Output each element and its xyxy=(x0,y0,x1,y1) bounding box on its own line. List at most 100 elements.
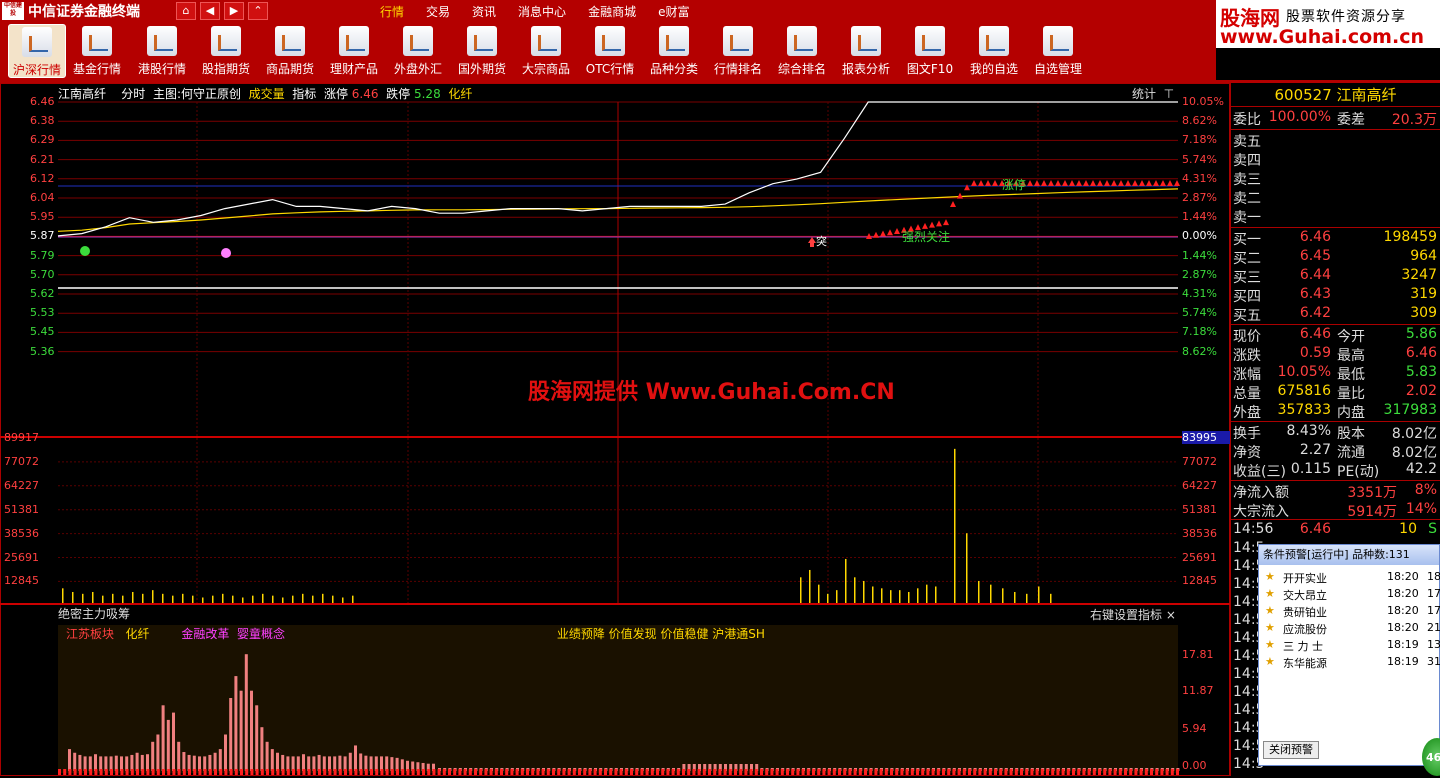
indicator-base-bar xyxy=(302,769,306,775)
buy-signal-marker xyxy=(887,229,893,236)
main-indicator-label[interactable]: 主图:何守正原创 xyxy=(153,87,241,101)
indicator-base-bar xyxy=(260,769,264,775)
toolbar-item-label: 港股行情 xyxy=(137,62,186,76)
close-alert-button[interactable]: 关闭预警 xyxy=(1263,741,1319,759)
alert-list-item[interactable]: ★ 交大昂立 18:20 17 xyxy=(1265,587,1440,604)
home-button[interactable]: ⌂ xyxy=(176,2,196,20)
toolbar-chart-icon xyxy=(723,26,753,56)
down-limit-value: 5.28 xyxy=(413,87,441,101)
menu-quotes[interactable]: 行情 xyxy=(380,3,404,20)
panel-separator xyxy=(1231,480,1440,481)
indicator-base-bar xyxy=(962,769,966,775)
indicator-bar xyxy=(322,756,326,771)
panel-separator xyxy=(1231,227,1440,228)
indicator-base-bar xyxy=(770,769,774,775)
toolbar-item[interactable]: 综合排名 xyxy=(773,24,831,78)
volume-bar xyxy=(890,590,892,603)
toolbar-item[interactable]: 港股行情 xyxy=(133,24,191,78)
alert-count: 17 xyxy=(1427,587,1440,600)
toolbar-item[interactable]: 基金行情 xyxy=(68,24,126,78)
chart-mode[interactable]: 分时 xyxy=(121,87,145,101)
indicator-base-bar xyxy=(99,769,103,775)
price-axis-label: 5.36 xyxy=(30,344,55,358)
toolbar-item[interactable]: 报表分析 xyxy=(837,24,895,78)
toolbar-item[interactable]: 股指期货 xyxy=(197,24,255,78)
indicator-base-bar xyxy=(609,769,613,775)
tick-volume: 10 xyxy=(1399,521,1417,537)
volume-bar xyxy=(1002,588,1004,603)
indicator-bar xyxy=(120,756,123,771)
toolbar-item[interactable]: 外盘外汇 xyxy=(389,24,447,78)
breakout-arrow-icon xyxy=(808,237,816,247)
stats-button-label: 统计 xyxy=(1132,87,1157,101)
concept-tag-1[interactable]: 金融改革 xyxy=(181,627,229,641)
toolbar-item[interactable]: 我的自选 xyxy=(965,24,1023,78)
indicator-title[interactable]: 绝密主力吸筹 xyxy=(58,607,130,621)
toolbar-item[interactable]: 理财产品 xyxy=(325,24,383,78)
toolbar-item[interactable]: 国外期货 xyxy=(453,24,511,78)
sector-tag-2[interactable]: 化纤 xyxy=(125,627,149,641)
toolbar-item[interactable]: 行情排名 xyxy=(709,24,767,78)
price-axis-label: 6.38 xyxy=(30,114,55,128)
close-icon[interactable]: × xyxy=(1166,608,1176,622)
indicator-base-bar xyxy=(593,769,597,775)
toolbar-item[interactable]: 自选管理 xyxy=(1029,24,1087,78)
menu-trade[interactable]: 交易 xyxy=(426,3,450,20)
toolbar-item[interactable]: 图文F10 xyxy=(901,24,959,78)
indicator-base-bar xyxy=(661,769,665,775)
flow-label: 净流入额 xyxy=(1233,485,1289,501)
menu-mall[interactable]: 金融商城 xyxy=(588,3,636,20)
indicator-base-bar xyxy=(812,769,815,775)
volume-bar xyxy=(242,597,244,603)
toolbar-item[interactable]: OTC行情 xyxy=(581,24,639,78)
alert-list-item[interactable]: ★ 开开实业 18:20 18 xyxy=(1265,570,1440,587)
back-button[interactable]: ◀ xyxy=(200,2,220,20)
buy-signal-marker xyxy=(950,201,956,207)
volume-bar xyxy=(322,593,324,603)
alert-title[interactable]: 条件预警[运行中] 品种数:131 xyxy=(1259,545,1439,565)
indicator-base-bar xyxy=(697,769,701,775)
alert-popup[interactable]: 条件预警[运行中] 品种数:131 关闭预警 ★ 开开实业 18:20 18 ★ 交大昂立… xyxy=(1258,544,1440,766)
forward-button[interactable]: ▶ xyxy=(224,2,244,20)
indicator-settings[interactable]: 右键设置指标 × xyxy=(1090,606,1176,623)
indicator-label: 指标 xyxy=(292,87,317,101)
indicator-bar xyxy=(161,705,165,771)
indicator-base-bar xyxy=(500,769,503,775)
menu-efortune[interactable]: e财富 xyxy=(658,3,689,20)
indicator-base-bar xyxy=(276,769,280,775)
toolbar-item[interactable]: 商品期货 xyxy=(261,24,319,78)
toolbar-item[interactable]: 大宗商品 xyxy=(517,24,575,78)
alert-list-item[interactable]: ★ 三 力 士 18:19 13 xyxy=(1265,638,1440,655)
menu-news[interactable]: 资讯 xyxy=(472,3,496,20)
toolbar-item[interactable]: 沪深行情 xyxy=(8,24,66,78)
fundamental-value: 2.27 xyxy=(1299,442,1331,458)
indicator-base-bar xyxy=(250,769,254,775)
toolbar-item[interactable]: 品种分类 xyxy=(645,24,703,78)
collapse-button[interactable]: ⌃ xyxy=(248,2,268,20)
indicator-base-bar xyxy=(546,769,550,775)
indicator-base-bar xyxy=(1134,769,1138,775)
stat-row: 现价 6.46 今开 5.86 xyxy=(1233,326,1439,345)
menu-messages[interactable]: 消息中心 xyxy=(518,3,566,20)
alert-list-item[interactable]: ★ 应流股份 18:20 21 xyxy=(1265,621,1440,638)
indicator-base-bar xyxy=(458,769,462,775)
stat-label: 最高 xyxy=(1337,348,1365,364)
alert-list-item[interactable]: ★ 东华能源 18:19 31 xyxy=(1265,655,1440,672)
volume-bar xyxy=(292,595,294,603)
volume-bar xyxy=(863,580,865,603)
indicator-base-bar xyxy=(380,769,384,775)
volume-axis-label: 38536 xyxy=(4,526,39,540)
concept-tag-2[interactable]: 婴童概念 xyxy=(237,627,285,641)
indicator-base-bar xyxy=(936,769,940,775)
indicator-base-bar xyxy=(390,769,394,775)
indicator-base-bar xyxy=(604,769,607,775)
indicator-base-bar xyxy=(370,769,373,775)
stats-button[interactable]: 统计 ⊤ xyxy=(1132,85,1174,102)
alert-list-item[interactable]: ★ 贵研铂业 18:20 17 xyxy=(1265,604,1440,621)
intraday-chart[interactable]: 突 强烈关注 涨停 xyxy=(0,83,1230,776)
indicator-base-bar xyxy=(1150,769,1153,775)
buy-signal-marker xyxy=(1139,180,1145,186)
sector-tag-1[interactable]: 江苏板块 xyxy=(66,627,114,641)
price-axis-label: 6.21 xyxy=(30,152,55,166)
stat-label: 量比 xyxy=(1337,386,1365,402)
